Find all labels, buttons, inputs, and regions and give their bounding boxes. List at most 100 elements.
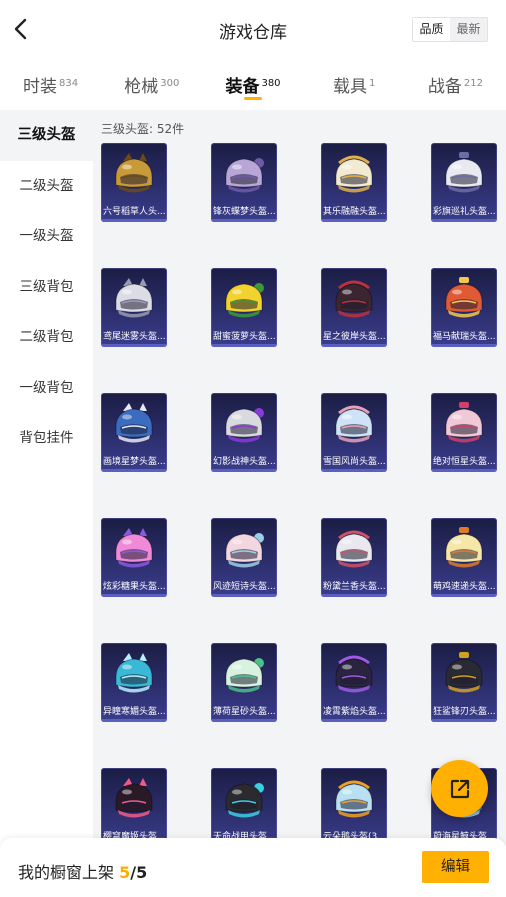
tab-label: 载具 [333, 77, 368, 97]
tab-1[interactable]: 枪械 300 [101, 62, 202, 108]
tab-label: 时装 [23, 77, 58, 97]
item-card[interactable]: 粉黛兰香头盔... [321, 518, 387, 597]
item-card[interactable]: 薄荷星砂头盔... [211, 643, 277, 722]
item-name: 彩旗巡礼头盔... [433, 207, 496, 217]
sidebar-item-6[interactable]: 背包挂件 [0, 413, 93, 464]
sidebar-item-2[interactable]: 一级头盔 [0, 211, 93, 262]
item-card[interactable]: 异瞳寒媚头盔... [101, 643, 167, 722]
helmet-shark-icon: 狂鲨锋刃头盔... [431, 643, 497, 722]
sort-quality-button[interactable]: 品质 [413, 18, 450, 41]
sidebar-item-5[interactable]: 一级背包 [0, 362, 93, 413]
helmet-cream-icon: 其乐融融头盔... [321, 143, 387, 222]
item-name: 鸢尾迷雾头盔... [103, 332, 166, 342]
tab-label: 枪械 [124, 77, 159, 97]
item-name: 六号稻草人头... [103, 207, 166, 217]
helmet-scarecrow-icon: 六号稻草人头... [101, 143, 167, 222]
item-card[interactable]: 六号稻草人头... [101, 143, 167, 222]
helmet-sakura-icon: 樱穹魔姬头盔... [101, 768, 167, 847]
item-card[interactable]: 绝对恒星头盔... [431, 393, 497, 472]
warehouse-screen: 游戏仓库 品质 最新 时装 834 枪械 300 装备 380 载具 1 战备 212 三级头盔二… [0, 0, 506, 897]
item-card[interactable]: 凌霄紫焰头盔... [321, 643, 387, 722]
item-name: 风迹短诗头盔... [213, 582, 276, 592]
showcase-footer: 我的橱窗上架 5/5 编辑 [0, 838, 506, 897]
tab-count: 834 [59, 77, 79, 89]
helmet-butterfly-icon: 锋灰蝶梦头盔... [211, 143, 277, 222]
sort-toggle: 品质 最新 [412, 17, 488, 42]
helmet-pineapple-icon: 甜蜜菠萝头盔... [211, 268, 277, 347]
share-button[interactable] [431, 760, 488, 817]
item-name: 福马献瑞头盔... [433, 332, 496, 342]
item-grid: 六号稻草人头... 锋灰蝶梦头盔... 其乐融融头盔... 彩旗巡礼头盔... 鸢尾迷雾… [101, 143, 497, 847]
item-card[interactable]: 云朵鹅头盔(3... [321, 768, 387, 847]
item-card[interactable]: 星之彼岸头盔... [321, 268, 387, 347]
sidebar-item-4[interactable]: 二级背包 [0, 312, 93, 363]
tab-0[interactable]: 时装 834 [0, 62, 101, 108]
showcase-prefix: 我的橱窗上架 [18, 863, 120, 882]
tab-label: 装备 [225, 77, 260, 97]
item-name: 粉黛兰香头盔... [323, 582, 386, 592]
header: 游戏仓库 品质 最新 [0, 0, 506, 60]
item-card[interactable]: 雪国风尚头盔... [321, 393, 387, 472]
tab-count: 1 [369, 77, 376, 89]
item-name: 异瞳寒媚头盔... [103, 707, 166, 717]
item-name: 绝对恒星头盔... [433, 457, 496, 467]
item-card[interactable]: 幻影战神头盔... [211, 393, 277, 472]
item-card[interactable]: 鸢尾迷雾头盔... [101, 268, 167, 347]
item-name: 炫彩糖果头盔... [103, 582, 166, 592]
sidebar-item-0[interactable]: 三级头盔 [0, 110, 93, 161]
tab-count: 300 [160, 77, 180, 89]
showcase-current: 5 [119, 863, 131, 882]
item-name: 雪国风尚头盔... [323, 457, 386, 467]
item-name: 甜蜜菠萝头盔... [213, 332, 276, 342]
helmet-phantom-icon: 幻影战神头盔... [211, 393, 277, 472]
item-name: 凌霄紫焰头盔... [323, 707, 386, 717]
item-card[interactable]: 锋灰蝶梦头盔... [211, 143, 277, 222]
helmet-snow-icon: 雪国风尚头盔... [321, 393, 387, 472]
helmet-goose-icon: 云朵鹅头盔(3... [321, 768, 387, 847]
sidebar-item-3[interactable]: 三级背包 [0, 261, 93, 312]
tab-2[interactable]: 装备 380 [202, 62, 303, 108]
helmet-violet-flame-icon: 凌霄紫焰头盔... [321, 643, 387, 722]
item-card[interactable]: 甜蜜菠萝头盔... [211, 268, 277, 347]
external-link-icon [450, 779, 469, 798]
tab-count: 380 [261, 77, 281, 89]
item-name: 萌鸡速递头盔... [433, 582, 496, 592]
helmet-star-shore-icon: 星之彼岸头盔... [321, 268, 387, 347]
helmet-chick-icon: 萌鸡速递头盔... [431, 518, 497, 597]
item-card[interactable]: 风迹短诗头盔... [211, 518, 277, 597]
helmet-destiny-icon: 天命战甲头盔... [211, 768, 277, 847]
category-tabs: 时装 834 枪械 300 装备 380 载具 1 战备 212 [0, 62, 506, 108]
helmet-frost-icon: 异瞳寒媚头盔... [101, 643, 167, 722]
item-card[interactable]: 福马献瑞头盔... [431, 268, 497, 347]
item-card[interactable]: 狂鲨锋刃头盔... [431, 643, 497, 722]
sidebar: 三级头盔 二级头盔 一级头盔 三级背包 二级背包 一级背包 背包挂件 [0, 110, 93, 897]
item-card[interactable]: 炫彩糖果头盔... [101, 518, 167, 597]
item-name: 薄荷星砂头盔... [213, 707, 276, 717]
sort-newest-button[interactable]: 最新 [450, 18, 487, 41]
helmet-stellar-icon: 绝对恒星头盔... [431, 393, 497, 472]
item-name: 其乐融融头盔... [323, 207, 386, 217]
item-card[interactable]: 其乐融融头盔... [321, 143, 387, 222]
item-name: 狂鲨锋刃头盔... [433, 707, 496, 717]
tab-label: 战备 [427, 77, 462, 97]
tab-3[interactable]: 载具 1 [304, 62, 405, 108]
item-card[interactable]: 天命战甲头盔... [211, 768, 277, 847]
sidebar-item-1[interactable]: 二级头盔 [0, 160, 93, 211]
helmet-wind-icon: 风迹短诗头盔... [211, 518, 277, 597]
edit-button[interactable]: 编辑 [422, 851, 489, 883]
helmet-mint-icon: 薄荷星砂头盔... [211, 643, 277, 722]
item-card[interactable]: 彩旗巡礼头盔... [431, 143, 497, 222]
tab-4[interactable]: 战备 212 [405, 62, 506, 108]
item-card[interactable]: 萌鸡速递头盔... [431, 518, 497, 597]
tab-count: 212 [463, 77, 483, 89]
item-card[interactable]: 樱穹魔姬头盔... [101, 768, 167, 847]
helmet-horse-icon: 福马献瑞头盔... [431, 268, 497, 347]
item-name: 幻影战神头盔... [213, 457, 276, 467]
helmet-iris-icon: 鸢尾迷雾头盔... [101, 268, 167, 347]
helmet-parade-icon: 彩旗巡礼头盔... [431, 143, 497, 222]
item-name: 画境星梦头盔... [103, 457, 166, 467]
helmet-orchid-icon: 粉黛兰香头盔... [321, 518, 387, 597]
helmet-starry-icon: 画境星梦头盔... [101, 393, 167, 472]
item-name: 锋灰蝶梦头盔... [213, 207, 276, 217]
item-card[interactable]: 画境星梦头盔... [101, 393, 167, 472]
